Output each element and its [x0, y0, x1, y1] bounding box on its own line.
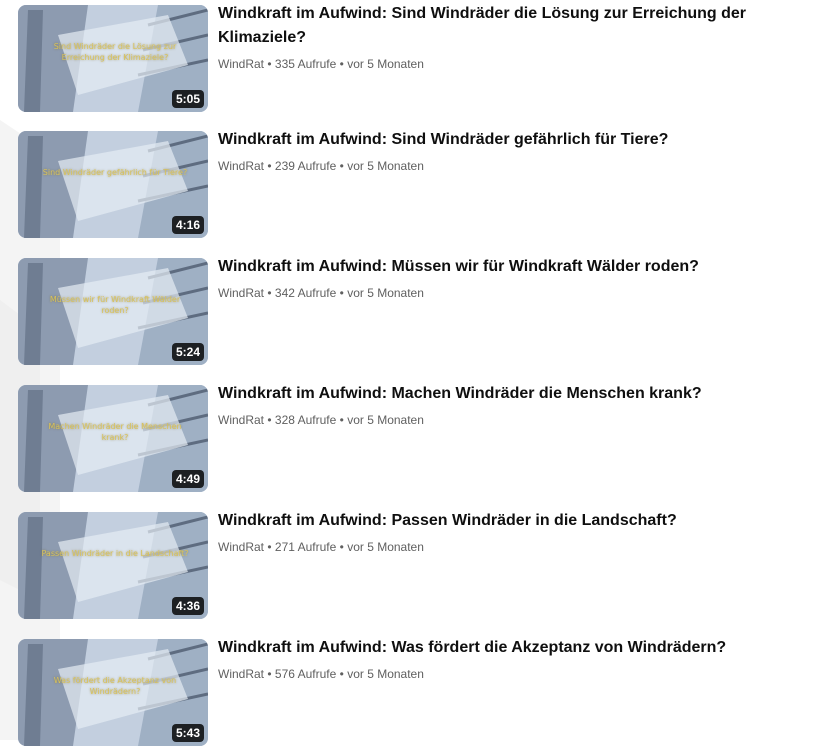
- channel-name[interactable]: WindRat: [218, 413, 264, 427]
- view-count: 342 Aufrufe: [274, 286, 337, 300]
- separator-dot: •: [267, 286, 272, 300]
- separator-dot: •: [267, 413, 272, 427]
- duration-badge: 5:05: [171, 90, 204, 108]
- video-meta: Windkraft im Aufwind: Sind Windräder die…: [218, 2, 818, 72]
- video-thumbnail[interactable]: Passen Windräder in die Landschaft? 4:36: [18, 512, 208, 619]
- video-title[interactable]: Windkraft im Aufwind: Müssen wir für Win…: [218, 255, 818, 279]
- duration-badge: 4:36: [171, 597, 204, 615]
- video-item[interactable]: Müssen wir für Windkraft Wälder roden? 5…: [18, 255, 818, 365]
- video-title[interactable]: Windkraft im Aufwind: Passen Windräder i…: [218, 509, 818, 533]
- video-subline: WindRat • 239 Aufrufe • vor 5 Monaten: [218, 158, 818, 174]
- video-title[interactable]: Windkraft im Aufwind: Sind Windräder gef…: [218, 128, 818, 152]
- video-title[interactable]: Windkraft im Aufwind: Sind Windräder die…: [218, 2, 818, 50]
- thumbnail-caption: Müssen wir für Windkraft Wälder roden?: [49, 295, 181, 315]
- view-count: 576 Aufrufe: [274, 667, 337, 681]
- video-item[interactable]: Passen Windräder in die Landschaft? 4:36…: [18, 509, 818, 619]
- channel-name[interactable]: WindRat: [218, 667, 264, 681]
- duration-badge: 4:16: [171, 216, 204, 234]
- channel-name[interactable]: WindRat: [218, 540, 264, 554]
- upload-age: vor 5 Monaten: [347, 57, 424, 71]
- separator-dot: •: [267, 57, 272, 71]
- separator-dot: •: [267, 667, 272, 681]
- separator-dot: •: [267, 540, 272, 554]
- video-thumbnail[interactable]: Müssen wir für Windkraft Wälder roden? 5…: [18, 258, 208, 365]
- video-thumbnail[interactable]: Was fördert die Akzeptanz von Windrädern…: [18, 639, 208, 746]
- video-item[interactable]: Sind Windräder gefährlich für Tiere? 4:1…: [18, 128, 818, 238]
- video-meta: Windkraft im Aufwind: Sind Windräder gef…: [218, 128, 818, 174]
- video-subline: WindRat • 335 Aufrufe • vor 5 Monaten: [218, 56, 818, 72]
- video-thumbnail[interactable]: Machen Windräder die Menschen krank? 4:4…: [18, 385, 208, 492]
- upload-age: vor 5 Monaten: [347, 286, 424, 300]
- separator-dot: •: [339, 667, 344, 681]
- channel-name[interactable]: WindRat: [218, 286, 264, 300]
- thumbnail-caption: Was fördert die Akzeptanz von Windrädern…: [53, 676, 177, 696]
- video-item[interactable]: Machen Windräder die Menschen krank? 4:4…: [18, 382, 818, 492]
- separator-dot: •: [339, 57, 344, 71]
- separator-dot: •: [339, 286, 344, 300]
- duration-badge: 4:49: [171, 470, 204, 488]
- duration-badge: 5:24: [171, 343, 204, 361]
- view-count: 335 Aufrufe: [274, 57, 337, 71]
- view-count: 271 Aufrufe: [274, 540, 337, 554]
- thumbnail-caption: Sind Windräder die Lösung zur Erreichung…: [53, 42, 177, 62]
- thumbnail-caption: Machen Windräder die Menschen krank?: [48, 422, 182, 442]
- thumbnail-caption: Sind Windräder gefährlich für Tiere?: [42, 168, 188, 177]
- upload-age: vor 5 Monaten: [347, 667, 424, 681]
- upload-age: vor 5 Monaten: [347, 159, 424, 173]
- video-item[interactable]: Was fördert die Akzeptanz von Windrädern…: [18, 636, 818, 746]
- thumbnail-caption: Passen Windräder in die Landschaft?: [41, 549, 189, 558]
- upload-age: vor 5 Monaten: [347, 540, 424, 554]
- video-subline: WindRat • 328 Aufrufe • vor 5 Monaten: [218, 412, 818, 428]
- video-subline: WindRat • 576 Aufrufe • vor 5 Monaten: [218, 666, 818, 682]
- video-subline: WindRat • 342 Aufrufe • vor 5 Monaten: [218, 285, 818, 301]
- video-thumbnail[interactable]: Sind Windräder die Lösung zur Erreichung…: [18, 5, 208, 112]
- separator-dot: •: [339, 159, 344, 173]
- duration-badge: 5:43: [171, 724, 204, 742]
- view-count: 239 Aufrufe: [274, 159, 337, 173]
- channel-name[interactable]: WindRat: [218, 57, 264, 71]
- view-count: 328 Aufrufe: [274, 413, 337, 427]
- video-item[interactable]: Sind Windräder die Lösung zur Erreichung…: [18, 2, 818, 112]
- upload-age: vor 5 Monaten: [347, 413, 424, 427]
- video-meta: Windkraft im Aufwind: Was fördert die Ak…: [218, 636, 818, 682]
- channel-name[interactable]: WindRat: [218, 159, 264, 173]
- video-meta: Windkraft im Aufwind: Müssen wir für Win…: [218, 255, 818, 301]
- video-thumbnail[interactable]: Sind Windräder gefährlich für Tiere? 4:1…: [18, 131, 208, 238]
- video-meta: Windkraft im Aufwind: Passen Windräder i…: [218, 509, 818, 555]
- video-title[interactable]: Windkraft im Aufwind: Was fördert die Ak…: [218, 636, 818, 660]
- separator-dot: •: [339, 540, 344, 554]
- video-meta: Windkraft im Aufwind: Machen Windräder d…: [218, 382, 818, 428]
- separator-dot: •: [339, 413, 344, 427]
- video-title[interactable]: Windkraft im Aufwind: Machen Windräder d…: [218, 382, 818, 406]
- video-subline: WindRat • 271 Aufrufe • vor 5 Monaten: [218, 539, 818, 555]
- separator-dot: •: [267, 159, 272, 173]
